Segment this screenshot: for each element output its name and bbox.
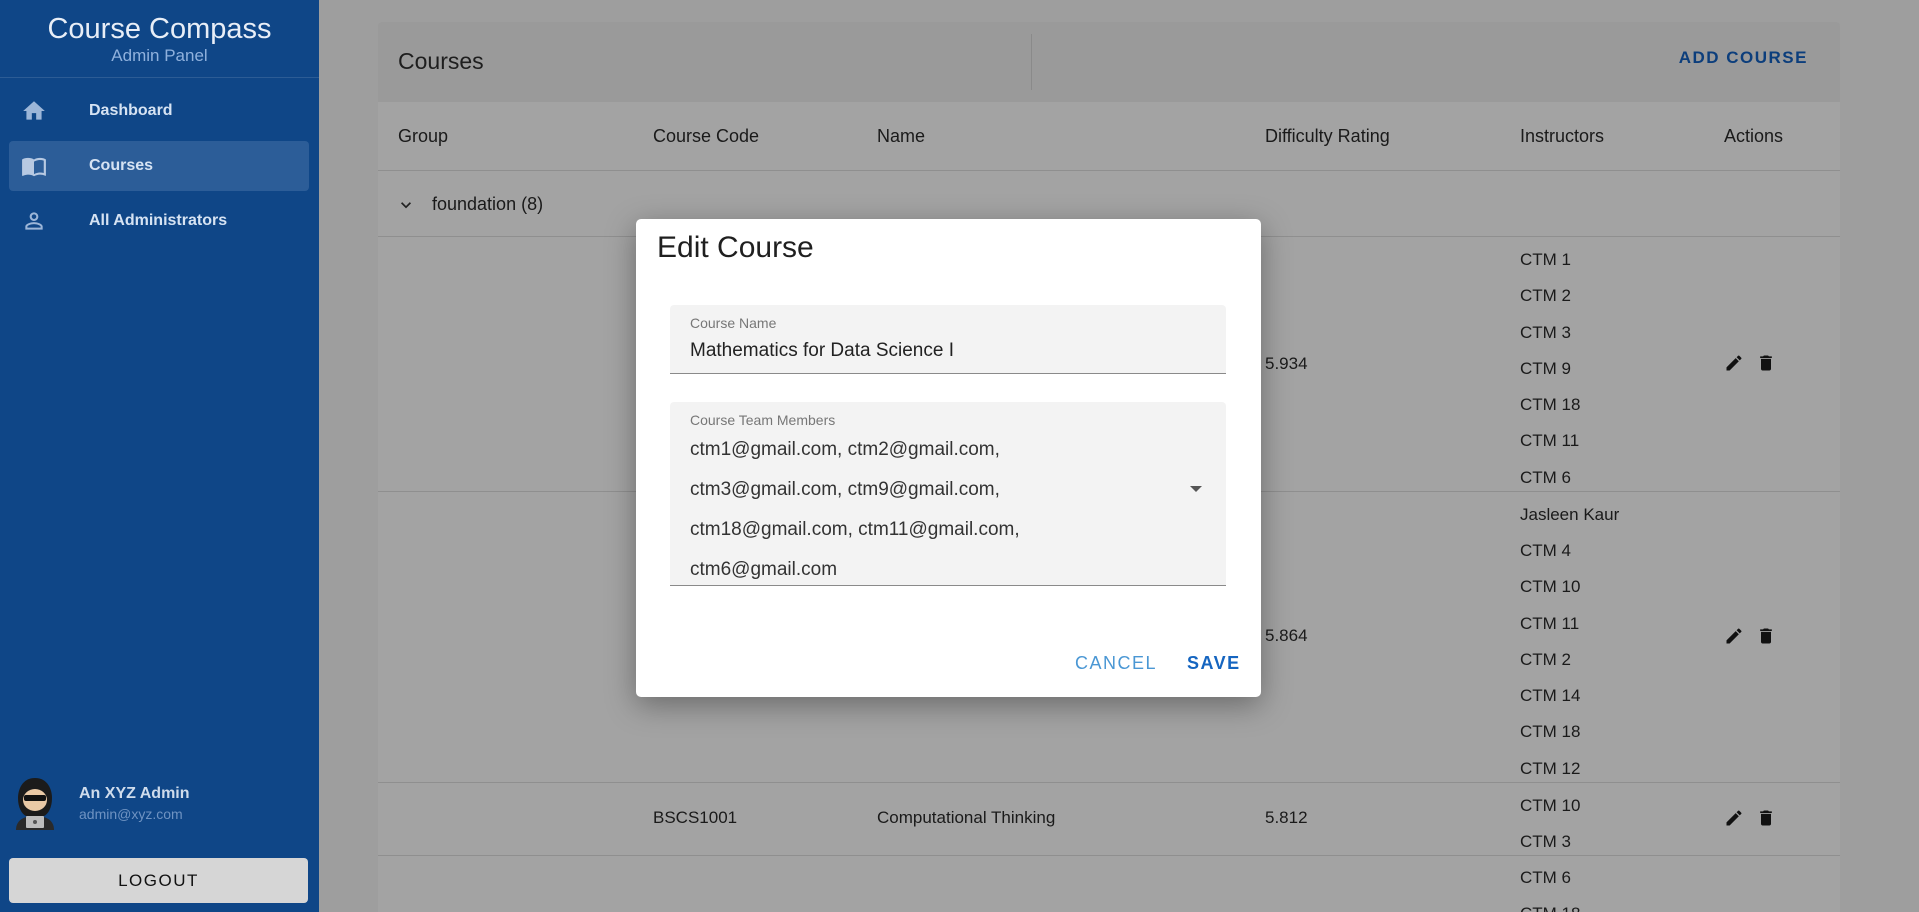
instructor: CTM 2 bbox=[1520, 286, 1571, 305]
delete-icon[interactable] bbox=[1756, 353, 1776, 373]
team-members-line: ctm1@gmail.com, ctm2@gmail.com, bbox=[690, 439, 1000, 460]
cancel-button[interactable]: CANCEL bbox=[1075, 653, 1157, 674]
column-header-name[interactable]: Name bbox=[877, 126, 925, 147]
course-name-input[interactable]: Mathematics for Data Science I bbox=[690, 340, 954, 362]
sidebar-nav: Dashboard Courses All Administrators bbox=[0, 86, 319, 246]
column-header-instructors[interactable]: Instructors bbox=[1520, 126, 1604, 147]
chevron-down-icon[interactable] bbox=[396, 195, 416, 215]
instructor: CTM 18 bbox=[1520, 395, 1581, 414]
instructor: CTM 11 bbox=[1520, 614, 1580, 633]
instructor: CTM 1 bbox=[1520, 250, 1571, 269]
instructor: CTM 14 bbox=[1520, 686, 1581, 705]
column-header-course-code[interactable]: Course Code bbox=[653, 126, 759, 147]
home-icon bbox=[23, 101, 45, 120]
row-divider bbox=[378, 782, 1840, 783]
course-name: Computational Thinking bbox=[877, 808, 1056, 827]
row-divider bbox=[378, 170, 1840, 171]
brand: Course Compass Admin Panel bbox=[0, 0, 319, 78]
instructor: Jasleen Kaur bbox=[1520, 505, 1620, 524]
sidebar-item-all-administrators[interactable]: All Administrators bbox=[9, 196, 309, 246]
difficulty-rating: 5.864 bbox=[1265, 626, 1308, 645]
person-icon bbox=[25, 212, 43, 230]
card-header: Courses ADD COURSE bbox=[378, 22, 1840, 102]
instructor: CTM 18 bbox=[1520, 722, 1581, 741]
sidebar-item-dashboard[interactable]: Dashboard bbox=[9, 86, 309, 136]
course-code: BSCS1001 bbox=[653, 808, 738, 827]
sidebar-item-label: Courses bbox=[89, 157, 154, 174]
page-title: Courses bbox=[398, 48, 484, 74]
difficulty-rating: 5.934 bbox=[1265, 354, 1308, 373]
team-members-line: ctm6@gmail.com bbox=[690, 559, 838, 580]
team-members-label: Course Team Members bbox=[690, 412, 836, 428]
team-members-line: ctm3@gmail.com, ctm9@gmail.com, bbox=[690, 479, 1000, 500]
edit-icon[interactable] bbox=[1724, 626, 1744, 646]
course-name-label: Course Name bbox=[690, 315, 777, 331]
instructor: CTM 3 bbox=[1520, 832, 1571, 851]
logout-button[interactable]: LOGOUT bbox=[9, 858, 308, 903]
instructor: CTM 18 bbox=[1520, 904, 1580, 912]
add-course-button[interactable]: ADD COURSE bbox=[1679, 48, 1808, 68]
sidebar-item-courses[interactable]: Courses bbox=[9, 141, 309, 191]
instructor: CTM 10 bbox=[1520, 796, 1581, 815]
sidebar: Course Compass Admin Panel Dashboard Cou… bbox=[0, 0, 319, 912]
user-name: An XYZ Admin bbox=[79, 785, 190, 802]
row-divider bbox=[378, 855, 1840, 856]
user-profile: An XYZ Admin admin@xyz.com bbox=[12, 776, 312, 832]
instructor: CTM 6 bbox=[1520, 468, 1571, 487]
brand-subtitle: Admin Panel bbox=[111, 46, 208, 65]
delete-icon[interactable] bbox=[1756, 808, 1776, 828]
sidebar-item-label: All Administrators bbox=[89, 212, 228, 229]
course-name-field[interactable]: Course Name Mathematics for Data Science… bbox=[670, 305, 1226, 374]
instructor: CTM 2 bbox=[1520, 650, 1571, 669]
column-header-group[interactable]: Group bbox=[398, 126, 448, 147]
instructor: CTM 4 bbox=[1520, 541, 1571, 560]
column-header-actions: Actions bbox=[1724, 126, 1784, 146]
instructor: CTM 12 bbox=[1520, 759, 1581, 778]
delete-icon[interactable] bbox=[1756, 626, 1776, 646]
team-members-select[interactable]: Course Team Members ctm1@gmail.com, ctm2… bbox=[670, 402, 1226, 586]
instructor: CTM 9 bbox=[1520, 359, 1571, 378]
edit-icon[interactable] bbox=[1724, 808, 1744, 828]
save-button[interactable]: SAVE bbox=[1187, 653, 1241, 674]
book-icon bbox=[22, 157, 46, 177]
edit-icon[interactable] bbox=[1724, 353, 1744, 373]
avatar bbox=[16, 778, 54, 830]
brand-title: Course Compass bbox=[47, 13, 272, 45]
edit-course-dialog: Edit Course Course Name Mathematics for … bbox=[636, 219, 1261, 697]
dialog-title: Edit Course bbox=[657, 231, 814, 264]
sidebar-item-label: Dashboard bbox=[89, 102, 173, 119]
group-label: foundation (8) bbox=[432, 194, 544, 214]
group-row[interactable]: foundation (8) bbox=[396, 194, 543, 215]
user-email: admin@xyz.com bbox=[79, 806, 183, 822]
column-header-difficulty-rating[interactable]: Difficulty Rating bbox=[1265, 126, 1390, 147]
header-divider bbox=[1031, 34, 1032, 90]
instructor: CTM 6 bbox=[1520, 868, 1571, 887]
instructor: CTM 10 bbox=[1520, 577, 1581, 596]
dropdown-arrow-icon[interactable] bbox=[1190, 486, 1202, 492]
instructor: CTM 3 bbox=[1520, 323, 1571, 342]
instructor: CTM 11 bbox=[1520, 431, 1580, 450]
team-members-value[interactable]: ctm1@gmail.com, ctm2@gmail.com, ctm3@gma… bbox=[690, 430, 1170, 590]
team-members-line: ctm18@gmail.com, ctm11@gmail.com, bbox=[690, 519, 1020, 540]
difficulty-rating: 5.812 bbox=[1265, 808, 1308, 827]
